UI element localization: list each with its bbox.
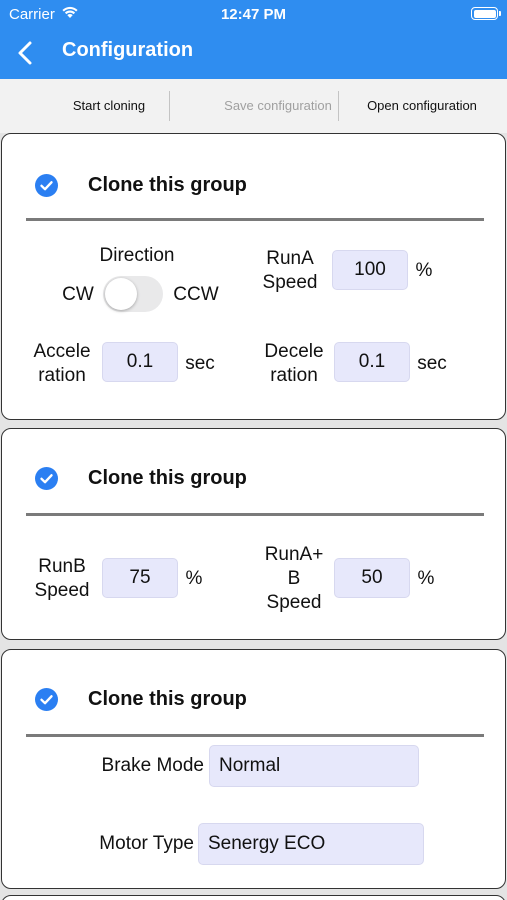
runa-speed-label-line2: Speed	[262, 272, 318, 293]
clock-time: 12:47 PM	[220, 6, 287, 23]
runab-speed-unit: %	[417, 568, 435, 589]
runa-speed-input[interactable]	[332, 250, 408, 290]
motor-type-field[interactable]	[198, 823, 424, 865]
clone-group-label: Clone this group	[88, 688, 247, 710]
checkmark-circle-icon[interactable]	[35, 467, 58, 490]
config-group-card: Clone this group RunB Speed % RunA+ B Sp…	[1, 428, 506, 640]
clone-group-label: Clone this group	[88, 174, 247, 196]
deceleration-input[interactable]	[334, 342, 410, 382]
section-divider	[26, 218, 484, 221]
deceleration-unit: sec	[417, 353, 447, 374]
runb-speed-unit: %	[185, 568, 203, 589]
acceleration-label-line2: ration	[38, 365, 86, 386]
back-chevron-icon[interactable]	[14, 40, 40, 66]
toolbar-divider	[338, 91, 339, 121]
acceleration-unit: sec	[185, 353, 215, 374]
config-group-card: Clone this group Direction CW CCW RunA S…	[1, 133, 506, 420]
runb-speed-label-line1: RunB	[38, 556, 86, 577]
acceleration-label-line1: Accele	[33, 341, 91, 362]
acceleration-input[interactable]	[102, 342, 178, 382]
config-group-card	[1, 895, 506, 900]
direction-label: Direction	[99, 245, 175, 266]
start-cloning-button[interactable]: Start cloning	[50, 79, 168, 133]
brake-mode-label: Brake Mode	[101, 755, 204, 776]
deceleration-label-line2: ration	[270, 365, 318, 386]
runab-speed-label-line3: Speed	[266, 592, 322, 613]
save-configuration-button[interactable]: Save configuration	[218, 79, 338, 133]
runab-speed-input[interactable]	[334, 558, 410, 598]
ccw-label: CCW	[173, 284, 219, 305]
clone-group-label: Clone this group	[88, 467, 247, 489]
runab-speed-label-line2: B	[287, 568, 301, 589]
section-divider	[26, 734, 484, 737]
toolbar-divider	[169, 91, 170, 121]
checkmark-circle-icon[interactable]	[35, 688, 58, 711]
page-title: Configuration	[62, 39, 194, 61]
runa-speed-unit: %	[415, 260, 433, 281]
battery-icon	[471, 7, 501, 20]
brake-mode-field[interactable]	[209, 745, 419, 787]
config-group-card: Clone this group Brake Mode Motor Type	[1, 649, 506, 889]
runab-speed-label-line1: RunA+	[264, 544, 324, 565]
section-divider	[26, 513, 484, 516]
cw-label: CW	[62, 284, 94, 305]
direction-toggle[interactable]	[103, 276, 163, 312]
motor-type-label: Motor Type	[99, 833, 194, 854]
toggle-knob	[105, 278, 137, 310]
action-toolbar: Start cloning Save configuration Open co…	[0, 79, 507, 133]
checkmark-circle-icon[interactable]	[35, 174, 58, 197]
runa-speed-label-line1: RunA	[266, 248, 314, 269]
runb-speed-input[interactable]	[102, 558, 178, 598]
navigation-bar: Configuration	[0, 28, 507, 79]
runb-speed-label-line2: Speed	[34, 580, 90, 601]
deceleration-label-line1: Decele	[264, 341, 324, 362]
status-bar: Carrier 12:47 PM	[0, 0, 507, 28]
open-configuration-button[interactable]: Open configuration	[358, 79, 486, 133]
